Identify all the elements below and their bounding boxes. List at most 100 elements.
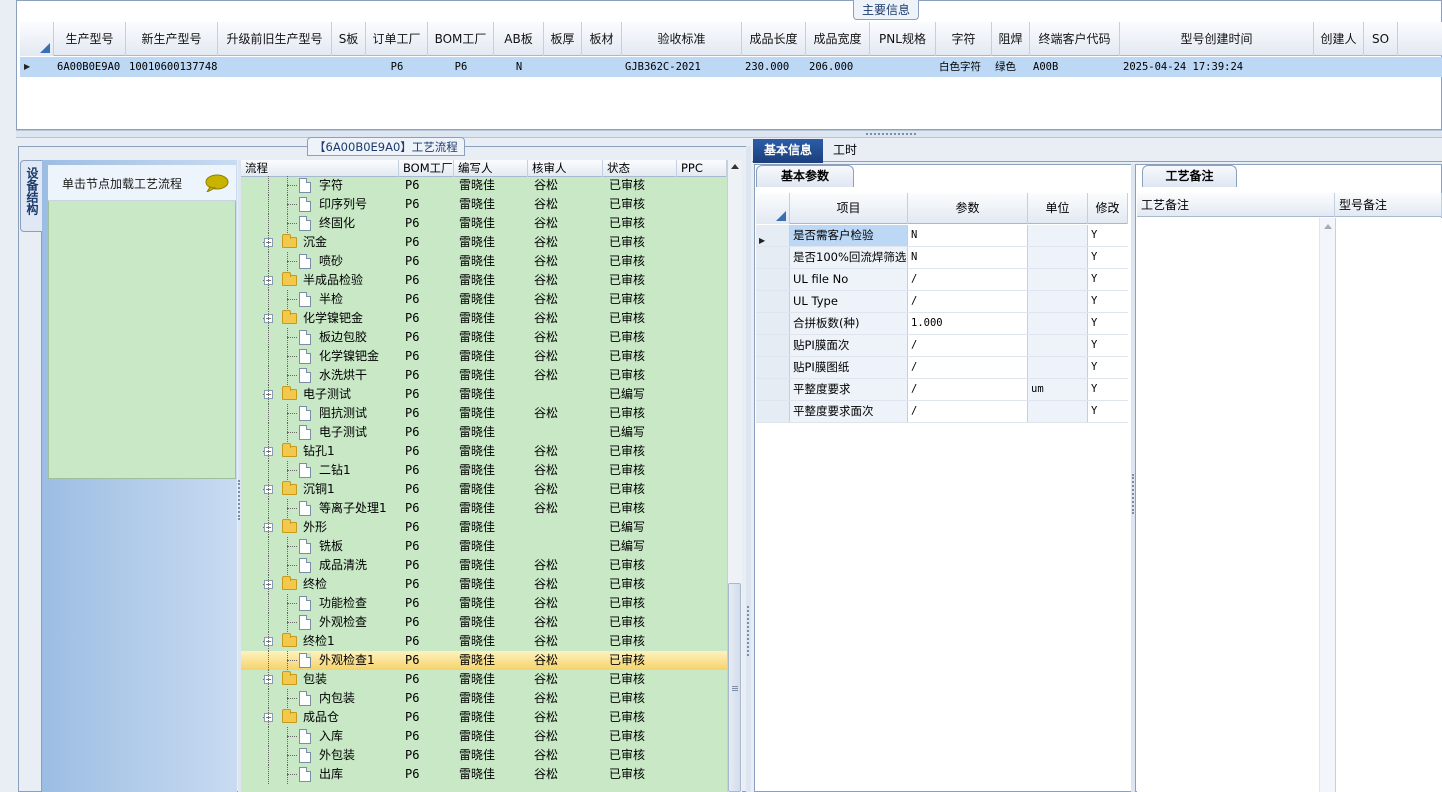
tree-row[interactable]: − 半成品检验 P6 雷晓佳 谷松 已审核 [241,271,727,290]
tree-row[interactable]: − 终检1 P6 雷晓佳 谷松 已审核 [241,632,727,651]
row-header[interactable] [756,313,790,334]
main-cell[interactable] [1314,57,1364,77]
main-col-header[interactable]: AB板 [494,22,544,56]
row-header[interactable] [756,357,790,378]
param-modify-flag[interactable]: Y [1088,357,1128,378]
param-value[interactable]: / [908,401,1028,422]
tree-row[interactable]: − 包装 P6 雷晓佳 谷松 已审核 [241,670,727,689]
tree-col-header[interactable]: 流程 [241,160,399,177]
tree-row[interactable]: 外观检查 P6 雷晓佳 谷松 已审核 [241,613,727,632]
process-notes-textarea[interactable] [1137,218,1319,792]
params-row[interactable]: ▶ 是否需客户检验 N Y [756,225,1128,247]
tree-row[interactable]: 终固化 P6 雷晓佳 谷松 已审核 [241,214,727,233]
param-unit[interactable]: um [1028,379,1088,400]
tree-row[interactable]: − 终检 P6 雷晓佳 谷松 已审核 [241,575,727,594]
main-info-data-row[interactable]: 6A00B0E9A0 10010600137748 P6 P6 N GJB362C-202… [20,57,1442,77]
main-cell[interactable]: 2025-04-24 17:39:24 [1120,57,1314,77]
main-col-header[interactable]: 成品长度 [742,22,806,56]
params-col-header[interactable]: 单位 [1028,193,1088,224]
main-col-header[interactable]: 生产型号 [54,22,126,56]
main-cell[interactable]: 10010600137748 [126,57,218,77]
param-unit[interactable] [1028,313,1088,334]
main-cell[interactable]: 206.000 [806,57,870,77]
main-cell[interactable]: GJB362C-2021 [622,57,742,77]
main-col-header[interactable]: 验收标准 [622,22,742,56]
main-cell[interactable]: 白色字符 [936,57,992,77]
main-col-header[interactable]: 成品宽度 [806,22,870,56]
tree-row[interactable]: 二钻1 P6 雷晓佳 谷松 已审核 [241,461,727,480]
tree-row[interactable]: − 化学镍钯金 P6 雷晓佳 谷松 已审核 [241,309,727,328]
tree-row[interactable]: − 沉金 P6 雷晓佳 谷松 已审核 [241,233,727,252]
tree-col-header[interactable]: PPC [677,160,727,177]
row-header[interactable] [756,247,790,268]
row-header[interactable] [756,269,790,290]
param-value[interactable]: / [908,379,1028,400]
main-col-header[interactable]: 创建人 [1314,22,1364,56]
tree-row[interactable]: − 钻孔1 P6 雷晓佳 谷松 已审核 [241,442,727,461]
tree-col-header[interactable]: 编写人 [454,160,528,177]
tree-row[interactable]: − 外形 P6 雷晓佳 已编写 [241,518,727,537]
param-value[interactable]: / [908,335,1028,356]
params-col-header[interactable]: 项目 [790,193,908,224]
param-unit[interactable] [1028,247,1088,268]
tab-work-hours[interactable]: 工时 [825,139,865,163]
param-modify-flag[interactable]: Y [1088,379,1128,400]
param-value[interactable]: N [908,247,1028,268]
params-row[interactable]: 是否100%回流焊筛选 N Y [756,247,1128,269]
main-cell[interactable] [332,57,366,77]
param-unit[interactable] [1028,401,1088,422]
tree-row[interactable]: 出库 P6 雷晓佳 谷松 已审核 [241,765,727,784]
tab-process-notes[interactable]: 工艺备注 [1142,165,1237,187]
tree-row[interactable]: 阻抗测试 P6 雷晓佳 谷松 已审核 [241,404,727,423]
main-col-header[interactable]: 字符 [936,22,992,56]
main-col-header[interactable]: SO [1364,22,1398,56]
params-row[interactable]: 贴PI膜图纸 / Y [756,357,1128,379]
tree-row[interactable]: 入库 P6 雷晓佳 谷松 已审核 [241,727,727,746]
main-cell[interactable]: 绿色 [992,57,1030,77]
main-cell[interactable]: 6A00B0E9A0 [54,57,126,77]
main-cell[interactable] [218,57,332,77]
tree-row[interactable]: 电子测试 P6 雷晓佳 已编写 [241,423,727,442]
tree-col-header[interactable]: 核审人 [528,160,603,177]
main-col-header[interactable]: 板厚 [544,22,582,56]
row-header[interactable] [756,379,790,400]
main-cell[interactable]: P6 [366,57,428,77]
param-unit[interactable] [1028,291,1088,312]
param-unit[interactable] [1028,357,1088,378]
main-cell[interactable] [870,57,936,77]
main-col-header[interactable]: BOM工厂 [428,22,494,56]
horizontal-splitter[interactable] [16,130,1442,138]
param-value[interactable]: N [908,225,1028,246]
tree-row[interactable]: 等离子处理1 P6 雷晓佳 谷松 已审核 [241,499,727,518]
param-modify-flag[interactable]: Y [1088,247,1128,268]
param-value[interactable]: 1.000 [908,313,1028,334]
param-unit[interactable] [1028,335,1088,356]
param-value[interactable]: / [908,269,1028,290]
tree-row[interactable]: − 成品仓 P6 雷晓佳 谷松 已审核 [241,708,727,727]
params-row[interactable]: 平整度要求 / um Y [756,379,1128,401]
tree-row[interactable]: 印序列号 P6 雷晓佳 谷松 已审核 [241,195,727,214]
main-cell[interactable]: 230.000 [742,57,806,77]
row-header[interactable]: ▶ [756,225,790,246]
tree-row[interactable]: 字符 P6 雷晓佳 谷松 已审核 [241,176,727,195]
tree-row[interactable]: 半检 P6 雷晓佳 谷松 已审核 [241,290,727,309]
notes-scrollbar[interactable] [1319,218,1336,792]
params-row[interactable]: UL Type / Y [756,291,1128,313]
params-row[interactable]: 合拼板数(种) 1.000 Y [756,313,1128,335]
tree-row[interactable]: − 沉铜1 P6 雷晓佳 谷松 已审核 [241,480,727,499]
main-cell[interactable] [1364,57,1398,77]
row-header[interactable] [756,291,790,312]
tree-row[interactable]: 外观检查1 P6 雷晓佳 谷松 已审核 [241,651,727,670]
main-cell[interactable] [544,57,582,77]
params-row[interactable]: 贴PI膜面次 / Y [756,335,1128,357]
select-all-corner[interactable] [20,22,54,56]
tree-col-header[interactable]: BOM工厂 [399,160,454,177]
main-cell[interactable]: N [494,57,544,77]
main-col-header[interactable]: 终端客户代码 [1030,22,1120,56]
tree-row[interactable]: 喷砂 P6 雷晓佳 谷松 已审核 [241,252,727,271]
tree-row[interactable]: 功能检查 P6 雷晓佳 谷松 已审核 [241,594,727,613]
tree-row[interactable]: 成品清洗 P6 雷晓佳 谷松 已审核 [241,556,727,575]
main-col-header[interactable]: PNL规格 [870,22,936,56]
tree-col-header[interactable]: 状态 [603,160,677,177]
model-notes-textarea[interactable] [1336,218,1442,792]
